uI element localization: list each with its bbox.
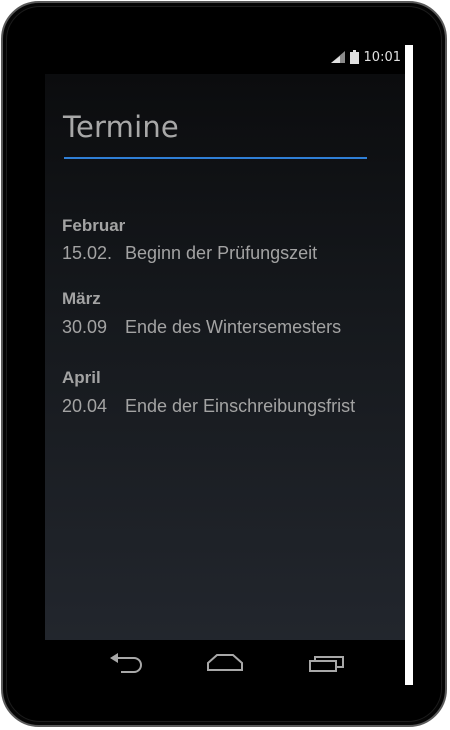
event-title: Beginn der Prüfungszeit <box>125 243 318 263</box>
event-title: Ende der Einschreibungsfrist <box>125 396 356 416</box>
page-title: Termine <box>63 110 179 144</box>
month-heading-februar: Februar <box>62 216 126 235</box>
title-divider <box>64 157 367 159</box>
phone-screen: 10:01 Termine Februar 15.02. Beginn der P… <box>45 40 405 685</box>
recent-apps-button[interactable] <box>307 652 347 674</box>
month-heading-maerz: März <box>62 289 101 308</box>
month-heading-april: April <box>62 368 101 387</box>
back-button[interactable] <box>107 652 147 674</box>
screen-edge-strip <box>405 45 413 685</box>
signal-icon <box>330 51 345 63</box>
status-time: 10:01 <box>363 49 401 65</box>
status-indicators: 10:01 <box>330 49 401 65</box>
event-row[interactable]: 30.09 Ende des Wintersemesters <box>62 317 341 338</box>
event-date: 20.04 <box>62 396 108 416</box>
event-date: 30.09 <box>62 317 108 337</box>
event-date: 15.02. <box>62 243 113 263</box>
app-content: Termine Februar 15.02. Beginn der Prüfung… <box>45 74 405 640</box>
navigation-bar <box>45 640 405 685</box>
event-row[interactable]: 15.02. Beginn der Prüfungszeit <box>62 243 317 264</box>
home-icon <box>205 652 245 674</box>
event-row[interactable]: 20.04 Ende der Einschreibungsfrist <box>62 396 355 417</box>
battery-icon <box>349 50 359 64</box>
status-bar: 10:01 <box>45 40 405 74</box>
event-title: Ende des Wintersemesters <box>125 317 342 337</box>
recent-apps-icon <box>307 652 347 674</box>
home-button[interactable] <box>205 652 245 674</box>
back-icon <box>107 652 147 674</box>
